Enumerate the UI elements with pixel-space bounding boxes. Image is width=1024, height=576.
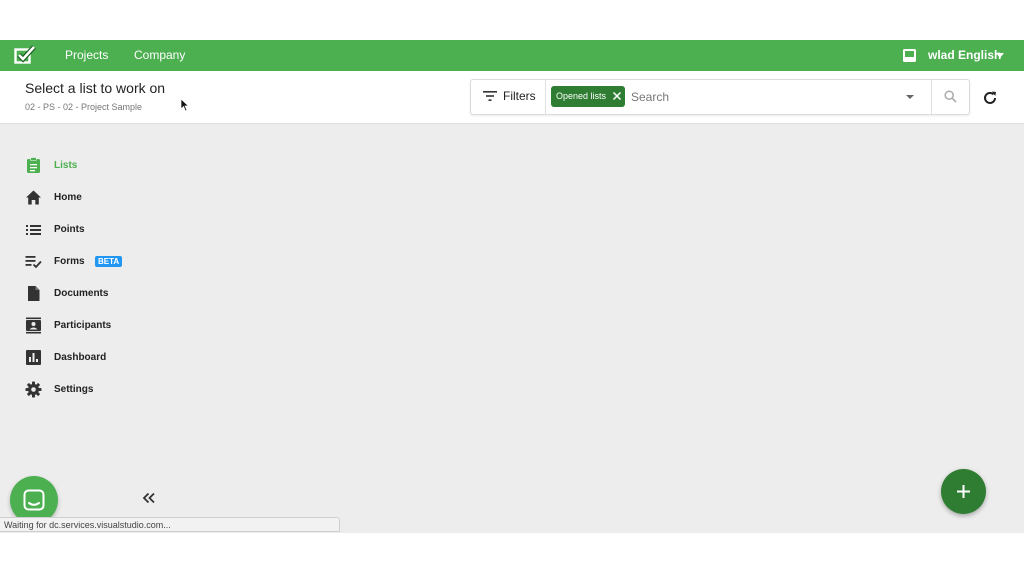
checklist-icon bbox=[25, 256, 42, 269]
sidebar-item-label: Documents bbox=[54, 288, 109, 299]
inbox-icon[interactable] bbox=[902, 48, 917, 63]
collapse-sidebar-icon[interactable] bbox=[142, 492, 156, 504]
page-title: Select a list to work on bbox=[25, 80, 166, 96]
sidebar-item-home[interactable]: Home bbox=[25, 189, 185, 207]
sidebar-item-label: Participants bbox=[54, 320, 112, 331]
search-input[interactable] bbox=[631, 87, 891, 107]
sidebar-item-label: Lists bbox=[54, 160, 78, 171]
bottom-blank-area bbox=[0, 533, 1024, 576]
page-header: Select a list to work on 02 - PS - 02 - … bbox=[0, 71, 1024, 124]
sidebar-item-label: Points bbox=[54, 224, 85, 235]
top-navbar: Projects Company wlad English bbox=[0, 40, 1024, 71]
search-icon bbox=[944, 90, 957, 103]
top-blank-area bbox=[0, 0, 1024, 40]
browser-status-bar: Waiting for dc.services.visualstudio.com… bbox=[0, 517, 340, 532]
filter-chip-opened-lists[interactable]: Opened lists bbox=[551, 86, 625, 107]
sidebar-item-settings[interactable]: Settings bbox=[25, 381, 185, 399]
nav-link-company[interactable]: Company bbox=[134, 48, 185, 62]
plus-icon bbox=[957, 485, 970, 498]
main-content: Lists Home Points Forms BETA Documents P… bbox=[0, 124, 1024, 533]
sidebar-item-forms[interactable]: Forms BETA bbox=[25, 253, 185, 271]
sidebar-item-label: Home bbox=[54, 192, 82, 203]
sidebar-item-label: Dashboard bbox=[54, 352, 107, 363]
caret-down-icon[interactable] bbox=[996, 53, 1004, 58]
mouse-cursor-icon bbox=[180, 98, 190, 112]
search-dropdown-icon[interactable] bbox=[906, 95, 914, 99]
search-bar: Filters Opened lists bbox=[470, 79, 970, 115]
list-icon bbox=[26, 225, 41, 235]
app-window: Projects Company wlad English Select a l… bbox=[0, 0, 1024, 576]
filters-label: Filters bbox=[503, 89, 536, 103]
gear-icon bbox=[25, 381, 42, 398]
document-icon bbox=[28, 286, 40, 301]
home-icon bbox=[26, 190, 41, 205]
sidebar-item-label: Settings bbox=[54, 384, 94, 395]
project-breadcrumb[interactable]: 02 - PS - 02 - Project Sample bbox=[25, 102, 142, 112]
sidebar-item-points[interactable]: Points bbox=[25, 221, 185, 239]
search-button[interactable] bbox=[931, 80, 969, 114]
chat-icon bbox=[23, 489, 45, 511]
filter-chip-label: Opened lists bbox=[556, 91, 607, 101]
close-icon[interactable] bbox=[612, 91, 622, 101]
sidebar-item-label: Forms bbox=[54, 256, 85, 267]
refresh-icon[interactable] bbox=[982, 90, 998, 106]
add-button[interactable] bbox=[941, 469, 986, 514]
user-menu-name[interactable]: wlad English bbox=[928, 48, 1001, 62]
chart-icon bbox=[26, 350, 41, 365]
filter-icon bbox=[483, 91, 497, 101]
sidebar-item-documents[interactable]: Documents bbox=[25, 285, 185, 303]
checklist-logo-icon[interactable] bbox=[14, 45, 36, 65]
sidebar-item-dashboard[interactable]: Dashboard bbox=[25, 349, 185, 367]
status-text: Waiting for dc.services.visualstudio.com… bbox=[4, 520, 171, 530]
clipboard-icon bbox=[27, 157, 40, 173]
contact-icon bbox=[26, 317, 41, 334]
filters-button[interactable]: Filters bbox=[471, 80, 546, 114]
sidebar-item-lists[interactable]: Lists bbox=[25, 157, 185, 175]
nav-link-projects[interactable]: Projects bbox=[65, 48, 108, 62]
sidebar-item-participants[interactable]: Participants bbox=[25, 317, 185, 335]
beta-badge: BETA bbox=[95, 256, 123, 267]
